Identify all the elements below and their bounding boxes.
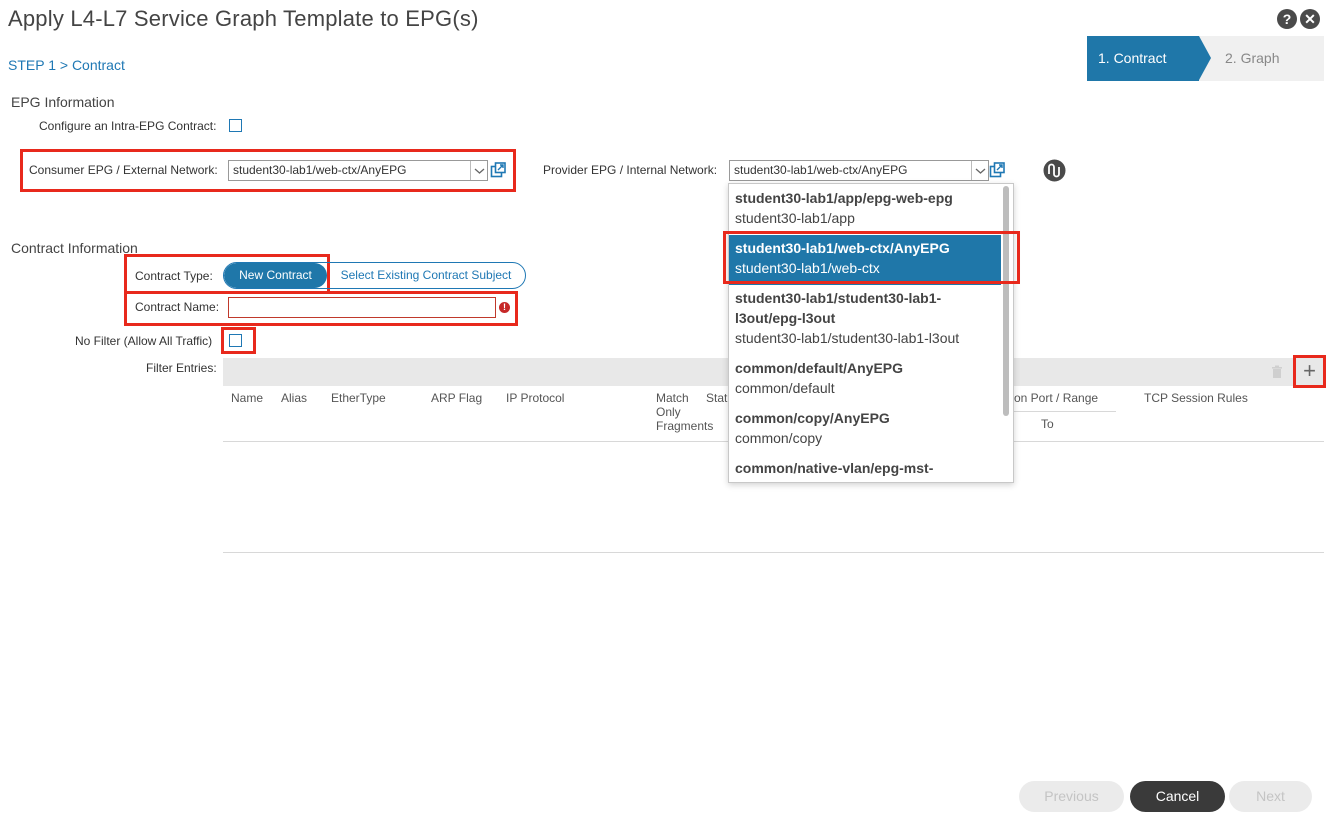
provider-label: Provider EPG / Internal Network: xyxy=(543,163,718,177)
col-tcp-session-rules: TCP Session Rules xyxy=(1144,391,1248,405)
chevron-down-icon xyxy=(470,161,487,180)
col-ethertype: EtherType xyxy=(331,391,386,405)
no-filter-label: No Filter (Allow All Traffic) xyxy=(75,334,213,348)
dropdown-scrollbar[interactable] xyxy=(1003,186,1009,416)
wizard-arrow xyxy=(1199,36,1211,80)
col-arp-flag: ARP Flag xyxy=(431,391,483,405)
existing-contract-option[interactable]: Select Existing Contract Subject xyxy=(327,263,525,288)
open-external-icon[interactable] xyxy=(490,162,506,178)
step-title: STEP 1 > Contract xyxy=(8,57,125,73)
open-external-icon[interactable] xyxy=(989,162,1005,178)
add-filter-button[interactable]: + xyxy=(1298,360,1321,383)
col-ip-protocol: IP Protocol xyxy=(506,391,565,405)
selected-option-highlight xyxy=(723,231,1020,284)
option-name: student30-lab1/student30-lab1- xyxy=(735,290,942,306)
col-match-only-fragments: Match Only Fragments xyxy=(656,391,713,433)
option-name: common/copy/AnyEPG xyxy=(735,410,890,426)
col-name: Name xyxy=(231,391,264,405)
no-filter-checkbox[interactable] xyxy=(229,334,242,347)
wizard-steps: 1. Contract 2. Graph xyxy=(1087,36,1324,81)
col-alias: Alias xyxy=(281,391,308,405)
col-match-line: Only xyxy=(656,405,681,419)
dropdown-option[interactable]: common/default/AnyEPG common/default xyxy=(729,358,1001,402)
option-path: common/default xyxy=(735,380,835,396)
previous-button[interactable]: Previous xyxy=(1019,781,1124,812)
contract-type-toggle: New Contract Select Existing Contract Su… xyxy=(223,262,526,289)
consumer-select[interactable]: student30-lab1/web-ctx/AnyEPG xyxy=(228,160,488,181)
intra-epg-checkbox[interactable] xyxy=(229,119,242,132)
contract-info-heading: Contract Information xyxy=(11,240,138,256)
service-graph-icon[interactable] xyxy=(1043,159,1066,182)
col-match-line: Match xyxy=(656,391,689,405)
option-name: student30-lab1/app/epg-web-epg xyxy=(735,190,953,206)
close-icon[interactable]: ✕ xyxy=(1300,9,1320,29)
col-match-line: Fragments xyxy=(656,419,714,433)
contract-name-label: Contract Name: xyxy=(135,300,220,314)
intra-epg-label: Configure an Intra-EPG Contract: xyxy=(39,119,217,133)
divider xyxy=(223,552,1324,553)
option-name: common/default/AnyEPG xyxy=(735,360,904,376)
col-dest-port-range: tion Port / Range xyxy=(1008,391,1099,405)
consumer-value: student30-lab1/web-ctx/AnyEPG xyxy=(233,163,407,177)
contract-type-label: Contract Type: xyxy=(135,269,213,283)
col-to: To xyxy=(1041,417,1054,431)
dropdown-option[interactable]: student30-lab1/student30-lab1- l3out/epg… xyxy=(729,288,1001,352)
chevron-down-icon xyxy=(971,161,988,180)
new-contract-option[interactable]: New Contract xyxy=(224,263,327,288)
dialog-title: Apply L4-L7 Service Graph Template to EP… xyxy=(8,6,479,31)
epg-info-heading: EPG Information xyxy=(11,94,115,110)
wizard-step-graph[interactable]: 2. Graph xyxy=(1225,36,1279,81)
wizard-step-contract[interactable]: 1. Contract xyxy=(1087,36,1199,81)
cancel-button[interactable]: Cancel xyxy=(1130,781,1225,812)
col-stateful: Stat xyxy=(706,391,728,405)
option-path: student30-lab1/app xyxy=(735,210,855,226)
filter-entries-label: Filter Entries: xyxy=(146,361,217,375)
provider-value: student30-lab1/web-ctx/AnyEPG xyxy=(734,163,908,177)
help-icon[interactable]: ? xyxy=(1277,9,1297,29)
next-button[interactable]: Next xyxy=(1229,781,1312,812)
option-path: student30-lab1/student30-lab1-l3out xyxy=(735,330,960,346)
provider-dropdown-list: student30-lab1/app/epg-web-epg student30… xyxy=(728,183,1014,483)
option-name-cont: l3out/epg-l3out xyxy=(735,310,836,326)
consumer-label: Consumer EPG / External Network: xyxy=(29,163,218,177)
option-name: common/native-vlan/epg-mst- xyxy=(735,460,934,476)
dropdown-option[interactable]: common/copy/AnyEPG common/copy xyxy=(729,408,1001,452)
error-icon: ! xyxy=(499,302,510,313)
contract-name-input[interactable] xyxy=(228,297,496,318)
provider-select[interactable]: student30-lab1/web-ctx/AnyEPG xyxy=(729,160,989,181)
dropdown-option[interactable]: common/native-vlan/epg-mst- xyxy=(729,458,1001,482)
dropdown-option[interactable]: student30-lab1/app/epg-web-epg student30… xyxy=(729,188,1001,232)
option-path: common/copy xyxy=(735,430,823,446)
divider xyxy=(1010,411,1116,412)
trash-icon[interactable] xyxy=(1269,364,1285,380)
